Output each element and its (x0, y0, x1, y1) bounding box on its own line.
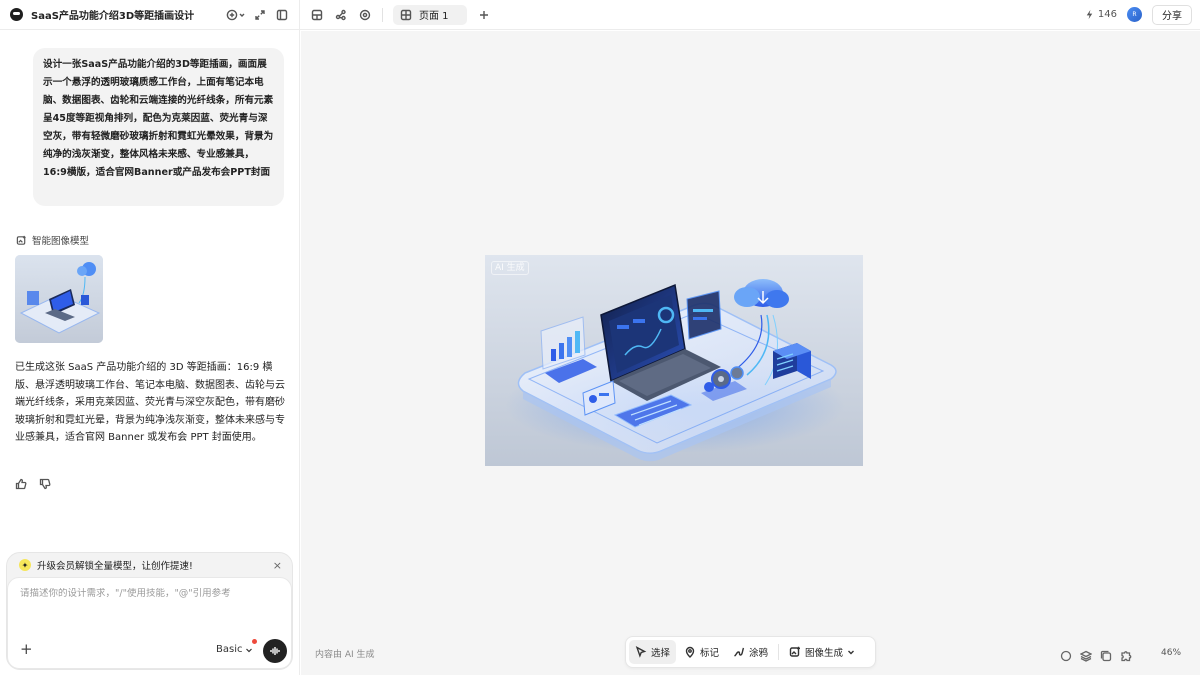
page-icon (399, 8, 413, 22)
image-generate-label: 图像生成 (805, 648, 844, 659)
mark-tool-label: 标记 (700, 648, 720, 659)
puzzle-icon[interactable] (1120, 647, 1132, 666)
sparkle-icon: ✦ (19, 559, 31, 571)
project-title[interactable]: SaaS产品功能介绍3D等距插画设计 (31, 7, 194, 22)
ai-reply-text: 已生成这张 SaaS 产品功能介绍的 3D 等距插画：16:9 横版、悬浮透明玻… (15, 362, 285, 443)
top-right-actions: 146 R 分享 (1084, 4, 1200, 25)
voice-input-button[interactable] (263, 639, 287, 663)
layers-panel-icon[interactable] (310, 8, 324, 22)
zoom-level[interactable]: 46% (1161, 648, 1181, 658)
share-button[interactable]: 分享 (1152, 4, 1192, 25)
upgrade-banner[interactable]: ✦ 升级会员解锁全量模型，让创作提速! × (7, 553, 292, 577)
page-tab-label: 页面 1 (419, 11, 449, 22)
circle-shape-icon[interactable] (1060, 647, 1072, 666)
add-page-icon[interactable] (477, 8, 491, 22)
share-nodes-icon[interactable] (334, 8, 348, 22)
draw-tool-label: 涂鸦 (749, 648, 769, 659)
model-mode-select[interactable]: Basic (216, 644, 253, 655)
thumbnail-illustration (15, 255, 103, 343)
user-prompt-bubble: 设计一张SaaS产品功能介绍的3D等距插画，画面展示一个悬浮的透明玻璃质感工作台… (33, 48, 284, 206)
sidebar-toggle-icon[interactable] (275, 8, 289, 22)
ai-generated-tag: AI 生成 (491, 261, 529, 275)
history-icon[interactable] (358, 8, 372, 22)
waveform-icon (270, 647, 280, 655)
chevron-down-icon (848, 650, 855, 655)
toolbar-divider (778, 644, 780, 660)
design-canvas[interactable]: AI 生成 内容由 AI 生成 选择 标记 涂鸦 图像生成 46% (301, 31, 1200, 675)
model-mode-label: Basic (216, 644, 243, 655)
cursor-icon (635, 646, 647, 658)
prompt-input-box: + Basic (7, 577, 292, 669)
image-model-icon (16, 235, 26, 245)
project-header: SaaS产品功能介绍3D等距插画设计 (0, 0, 300, 30)
select-tool[interactable]: 选择 (629, 640, 677, 664)
top-bar: SaaS产品功能介绍3D等距插画设计 页面 1 146 R 分享 (0, 0, 1200, 30)
composer: ✦ 升级会员解锁全量模型，让创作提速! × + Basic (6, 552, 293, 670)
tab-page-1[interactable]: 页面 1 (393, 4, 467, 25)
chat-sidebar: 设计一张SaaS产品功能介绍的3D等距插画，画面展示一个悬浮的透明玻璃质感工作台… (0, 30, 300, 675)
expand-icon[interactable] (253, 8, 267, 22)
thumbs-up-icon[interactable] (15, 475, 27, 494)
model-label-text: 智能图像模型 (32, 236, 90, 247)
ai-content-note: 内容由 AI 生成 (315, 650, 375, 660)
isometric-saas-illustration (485, 255, 863, 466)
location-pin-icon (685, 646, 695, 658)
chevron-down-icon (246, 648, 253, 652)
prompt-input[interactable] (20, 588, 280, 599)
add-attachment-icon[interactable]: + (20, 642, 33, 657)
image-copy-icon[interactable] (1100, 647, 1112, 666)
layers-icon[interactable] (1079, 647, 1093, 666)
divider (382, 7, 383, 22)
chevron-down-icon[interactable] (239, 8, 245, 22)
generated-illustration[interactable]: AI 生成 (485, 255, 863, 466)
canvas-toolbar-top: 页面 1 (300, 4, 491, 25)
scribble-icon (734, 647, 745, 657)
credits-counter[interactable]: 146 (1084, 9, 1117, 20)
mark-tool[interactable]: 标记 (678, 640, 725, 664)
feedback-actions (15, 475, 51, 494)
image-generate-icon (789, 646, 801, 657)
select-tool-label: 选择 (651, 648, 671, 659)
model-label: 智能图像模型 (16, 233, 89, 247)
close-icon[interactable]: × (273, 559, 282, 572)
view-controls (1060, 647, 1132, 666)
avatar[interactable]: R (1127, 7, 1142, 22)
bottom-toolbar: 选择 标记 涂鸦 图像生成 (625, 636, 876, 668)
lightning-icon (1086, 9, 1093, 20)
app-logo-icon[interactable] (10, 8, 23, 21)
upgrade-banner-text: 升级会员解锁全量模型，让创作提速! (37, 561, 193, 572)
generated-image-thumbnail[interactable] (15, 255, 103, 343)
thumbs-down-icon[interactable] (39, 475, 51, 494)
add-circle-icon[interactable] (225, 8, 239, 22)
notification-dot (252, 639, 257, 644)
credits-value: 146 (1097, 9, 1117, 20)
draw-tool[interactable]: 涂鸦 (727, 640, 774, 664)
image-generate-tool[interactable]: 图像生成 (783, 640, 861, 664)
